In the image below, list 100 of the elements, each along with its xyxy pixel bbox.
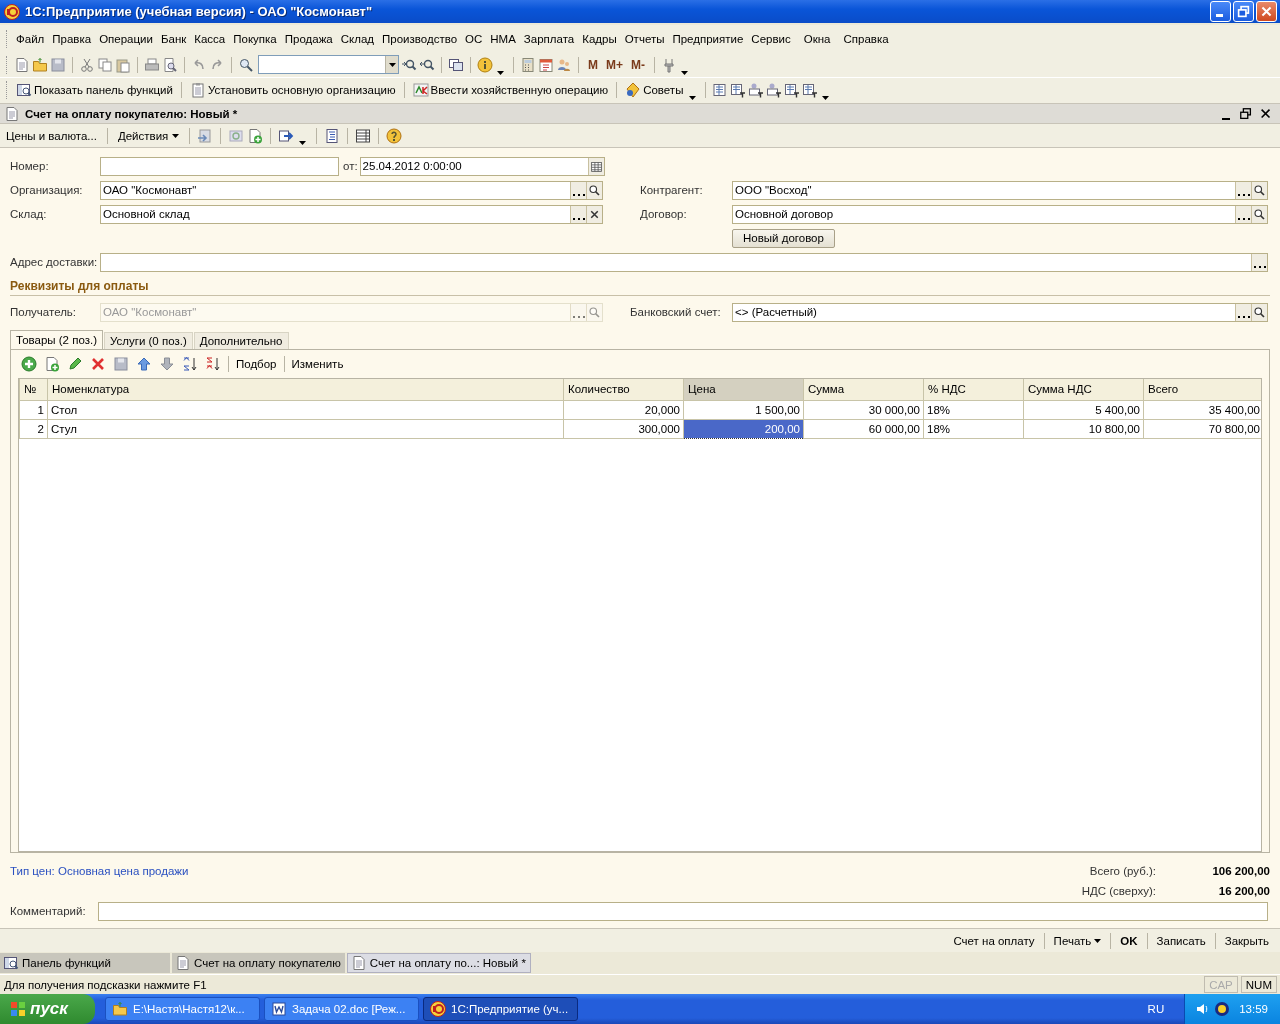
go-to-icon[interactable] xyxy=(278,127,295,144)
print-icon[interactable] xyxy=(144,56,160,73)
ellipsis-button[interactable] xyxy=(1235,303,1251,321)
menu-item[interactable]: Справка xyxy=(839,32,898,45)
menu-item[interactable]: Файл xyxy=(12,32,49,45)
calendar-button[interactable] xyxy=(587,157,604,175)
sort-ascending-icon[interactable] xyxy=(182,356,198,372)
report-table-icon[interactable] xyxy=(802,82,819,98)
search-button[interactable] xyxy=(1251,181,1267,199)
column-header[interactable]: Сумма xyxy=(803,379,924,400)
report-table-icon[interactable] xyxy=(730,82,747,98)
structure-icon[interactable] xyxy=(324,127,341,144)
menu-item[interactable]: ОС xyxy=(461,32,487,45)
caret-icon[interactable] xyxy=(822,96,830,100)
search-button[interactable] xyxy=(586,181,602,199)
report-person-icon[interactable] xyxy=(766,82,783,98)
toolbar-button[interactable]: Показать панель функций xyxy=(14,82,175,98)
form-button[interactable]: Счет на оплату xyxy=(948,934,1040,947)
ellipsis-button[interactable] xyxy=(1251,253,1267,271)
toolbar-button[interactable]: Установить основную организацию xyxy=(187,82,398,98)
window-tab[interactable]: Панель функций xyxy=(0,953,172,973)
new-contract-button[interactable]: Новый договор xyxy=(732,228,835,248)
info-icon[interactable] xyxy=(477,56,493,73)
menu-item[interactable]: Окна xyxy=(799,32,840,45)
form-button[interactable]: Закрыть xyxy=(1219,934,1274,947)
search-button[interactable] xyxy=(1251,205,1267,223)
caret-icon[interactable] xyxy=(299,141,307,145)
date-field[interactable]: 25.04.2012 0:00:00 xyxy=(359,156,605,176)
cut-icon[interactable] xyxy=(79,56,95,73)
toolbar-button[interactable]: Советы xyxy=(623,82,686,98)
search-button[interactable] xyxy=(1251,303,1267,321)
ellipsis-button[interactable] xyxy=(1235,181,1251,199)
add-document-icon[interactable] xyxy=(247,127,264,144)
ellipsis-button[interactable] xyxy=(570,205,586,223)
memory-button[interactable]: M- xyxy=(628,57,648,72)
memory-button[interactable]: M xyxy=(585,57,601,72)
ellipsis-button[interactable] xyxy=(1235,205,1251,223)
search-icon[interactable] xyxy=(238,56,254,73)
window-tab[interactable]: Счет на оплату по...: Новый * xyxy=(346,953,531,973)
toolbar-button[interactable]: Ввести хозяйственную операцию xyxy=(410,82,611,98)
column-header[interactable]: % НДС xyxy=(923,379,1024,400)
tab[interactable]: Товары (2 поз.) xyxy=(10,330,103,349)
menu-item[interactable]: Предприятие xyxy=(668,32,748,45)
form-button[interactable]: OK xyxy=(1115,934,1143,947)
column-header[interactable]: Сумма НДС xyxy=(1023,379,1144,400)
column-header[interactable]: Всего xyxy=(1143,379,1261,400)
menu-item[interactable]: Банк xyxy=(156,32,191,45)
input-field[interactable] xyxy=(100,156,339,176)
menu-item[interactable]: Зарплата xyxy=(519,32,579,45)
column-header[interactable]: № xyxy=(19,379,48,400)
caret-icon[interactable] xyxy=(681,71,688,75)
menu-item[interactable]: Производство xyxy=(378,32,462,45)
menu-item[interactable]: Правка xyxy=(48,32,96,45)
calculator-icon[interactable] xyxy=(520,56,536,73)
start-button[interactable]: пуск xyxy=(0,994,95,1024)
input-field[interactable]: ОАО "Космонавт" xyxy=(100,180,603,200)
network-icon[interactable] xyxy=(1214,1001,1231,1017)
column-header[interactable]: Номенклатура xyxy=(47,379,564,400)
column-header[interactable]: Количество xyxy=(563,379,684,400)
input-field[interactable]: <> (Расчетный) xyxy=(732,302,1268,322)
menu-item[interactable]: Склад xyxy=(336,32,379,45)
menu-item[interactable]: Кадры xyxy=(578,32,621,45)
menu-item[interactable]: Касса xyxy=(190,32,230,45)
menu-item[interactable]: Операции xyxy=(95,32,157,45)
report-icon[interactable] xyxy=(712,82,729,98)
sort-descending-icon[interactable] xyxy=(205,356,221,372)
window-tab[interactable]: Счет на оплату покупателю xyxy=(172,953,347,973)
input-field[interactable] xyxy=(100,252,1268,272)
taskbar-button[interactable]: 1С:Предприятие (уч... xyxy=(423,997,578,1021)
input-field[interactable]: Основной склад xyxy=(100,204,603,224)
toolbar-button[interactable]: Подбор xyxy=(236,358,277,370)
price-type-link[interactable]: Тип цен: Основная цена продажи xyxy=(10,865,189,897)
menu-item[interactable]: Покупка xyxy=(229,32,281,45)
tab[interactable]: Дополнительно xyxy=(193,332,289,349)
move-down-icon[interactable] xyxy=(159,356,175,372)
menu-item[interactable]: Отчеты xyxy=(620,32,669,45)
input-field[interactable]: Основной договор xyxy=(732,204,1268,224)
toolbar-button[interactable]: Цены и валюта... xyxy=(3,129,100,142)
input-field[interactable]: ООО "Восход" xyxy=(732,180,1268,200)
form-button[interactable]: Печать xyxy=(1048,934,1107,947)
new-document-icon[interactable] xyxy=(14,56,30,73)
edit-pencil-icon[interactable] xyxy=(67,356,83,372)
menu-item[interactable]: НМА xyxy=(486,32,520,45)
memory-button[interactable]: M+ xyxy=(603,57,626,72)
tab[interactable]: Услуги (0 поз.) xyxy=(103,332,193,349)
ellipsis-button[interactable] xyxy=(570,181,586,199)
search-combobox[interactable] xyxy=(258,55,399,74)
column-header[interactable]: Цена xyxy=(683,379,804,400)
toolbar-button[interactable]: Изменить xyxy=(291,358,344,370)
form-button[interactable]: Записать xyxy=(1151,934,1211,947)
menu-item[interactable]: Сервис xyxy=(747,32,800,45)
language-indicator[interactable]: RU xyxy=(1147,1003,1165,1015)
add-icon[interactable] xyxy=(21,356,37,372)
report-person-icon[interactable] xyxy=(748,82,765,98)
taskbar-button[interactable]: Задача 02.doc [Реж... xyxy=(264,997,419,1021)
help-icon[interactable] xyxy=(386,127,403,144)
caret-icon[interactable] xyxy=(497,71,504,75)
toolbar-button[interactable]: Действия xyxy=(114,129,183,142)
comment-field[interactable] xyxy=(98,901,1268,921)
windows-icon[interactable] xyxy=(448,56,464,73)
